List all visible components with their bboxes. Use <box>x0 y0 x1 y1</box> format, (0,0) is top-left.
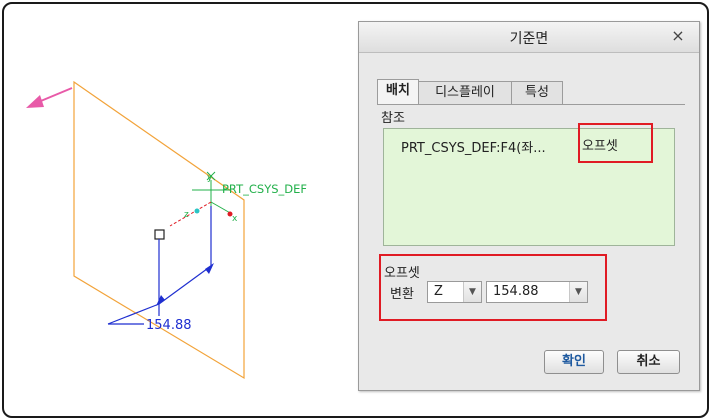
tab-placement[interactable]: 배치 <box>377 79 419 104</box>
reference-item[interactable]: PRT_CSYS_DEF:F4(좌... <box>401 137 546 156</box>
dialog-titlebar[interactable]: 기준면 × <box>359 22 699 53</box>
reference-list[interactable]: PRT_CSYS_DEF:F4(좌... 오프셋 <box>383 123 675 246</box>
tab-divider <box>377 104 685 105</box>
translate-label: 변환 <box>390 287 414 302</box>
offset-value-input[interactable]: 154.88 ▼ <box>486 281 588 303</box>
tab-display[interactable]: 디스플레이 <box>418 81 512 104</box>
graphics-viewport[interactable]: y z x PRT_CSYS_DEF 154.88 <box>4 4 354 416</box>
drag-handle-arrowhead[interactable] <box>26 95 44 108</box>
dimension-value[interactable]: 154.88 <box>146 318 192 333</box>
offset-label: 오프셋 <box>384 266 420 281</box>
close-icon[interactable]: × <box>669 27 687 45</box>
model-canvas: y z x PRT_CSYS_DEF 154.88 <box>26 80 307 380</box>
highlight-reference-type <box>578 123 653 163</box>
axis-z-label: z <box>184 210 189 220</box>
datum-plane-dialog: 기준면 × 배치 디스플레이 특성 참조 PRT_CSYS_DEF:F4(좌..… <box>358 21 700 391</box>
axis-select[interactable]: Z ▼ <box>427 281 482 303</box>
tab-properties[interactable]: 특성 <box>511 81 563 104</box>
ok-button[interactable]: 확인 <box>544 350 604 374</box>
cancel-button[interactable]: 취소 <box>617 350 680 374</box>
reference-label: 참조 <box>381 111 405 126</box>
csys-label: PRT_CSYS_DEF <box>222 182 307 196</box>
chevron-down-icon[interactable]: ▼ <box>463 282 481 302</box>
csys-icon[interactable] <box>169 171 233 227</box>
chevron-down-icon[interactable]: ▼ <box>569 282 587 302</box>
screenshot-frame: y z x PRT_CSYS_DEF 154.88 기준면 × 배치 디스플레이… <box>2 2 709 418</box>
offset-value: 154.88 <box>493 284 539 299</box>
axis-select-value: Z <box>434 284 443 299</box>
axis-y-label: y <box>207 173 213 183</box>
axis-x-label: x <box>232 214 238 224</box>
dialog-title: 기준면 <box>509 31 549 47</box>
